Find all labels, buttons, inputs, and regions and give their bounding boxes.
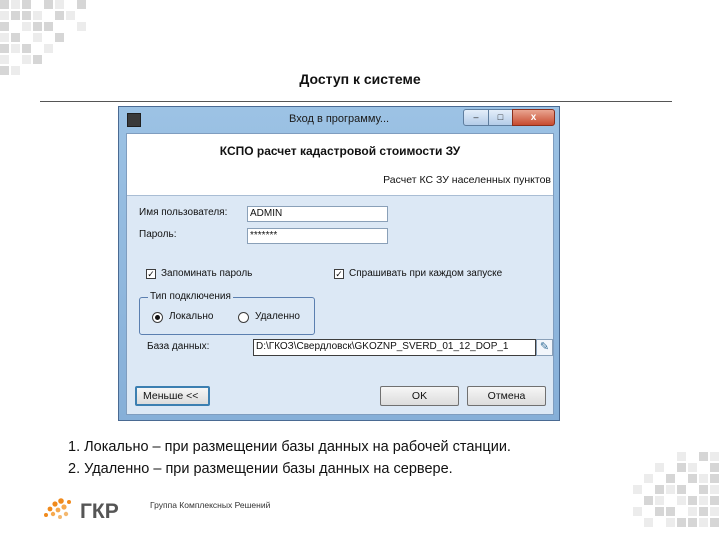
edit-path-button[interactable]: ✎ — [536, 339, 553, 356]
password-input[interactable]: ******* — [247, 228, 388, 244]
connection-type-group: Тип подключения Локально Удаленно — [139, 291, 315, 335]
title-divider — [40, 101, 672, 102]
dialog-titlebar[interactable]: Вход в программу... – □ x — [119, 107, 559, 133]
note-local: 1. Локально – при размещении базы данных… — [68, 439, 511, 455]
notes-list: 1. Локально – при размещении базы данных… — [68, 436, 511, 480]
logo-brand-text: ГКР — [80, 500, 119, 523]
database-path-input[interactable]: D:\ГКОЗ\Свердловск\GKOZNP_SVERD_01_12_DO… — [253, 339, 536, 356]
logo-subtitle: Группа Комплексных Решений — [150, 500, 271, 510]
app-icon — [127, 113, 141, 127]
local-radio-label: Локально — [169, 311, 214, 322]
banner-subtitle: Расчет КС ЗУ населенных пунктов — [383, 174, 551, 186]
banner-title: КСПО расчет кадастровой стоимости ЗУ — [219, 144, 461, 158]
gkr-logo: ГКР — [44, 498, 119, 523]
slide-title: Доступ к системе — [299, 71, 421, 87]
close-button[interactable]: x — [512, 109, 555, 126]
connection-type-legend: Тип подключения — [148, 291, 233, 302]
decorative-mosaic-top-left — [0, 0, 97, 75]
login-dialog: Вход в программу... – □ x КСПО расчет ка… — [118, 106, 560, 421]
password-label: Пароль: — [139, 229, 177, 240]
username-input[interactable]: ADMIN — [247, 206, 388, 222]
database-label: База данных: — [147, 341, 210, 352]
username-label: Имя пользователя: — [139, 207, 228, 218]
cancel-button[interactable]: Отмена — [467, 386, 546, 406]
logo-mark-icon — [44, 498, 71, 519]
remember-password-checkbox[interactable]: ✓ — [146, 269, 156, 279]
local-radio[interactable] — [152, 312, 163, 323]
ask-each-launch-label: Спрашивать при каждом запуске — [349, 268, 503, 279]
note-remote: 2. Удаленно – при размещении базы данных… — [68, 461, 453, 477]
less-button[interactable]: Меньше << — [135, 386, 210, 406]
minimize-button[interactable]: – — [463, 109, 489, 126]
maximize-button[interactable]: □ — [488, 109, 513, 126]
remote-radio[interactable] — [238, 312, 249, 323]
dialog-banner: КСПО расчет кадастровой стоимости ЗУ Рас… — [127, 134, 553, 196]
remember-password-label: Запоминать пароль — [161, 268, 253, 279]
dialog-client-area: КСПО расчет кадастровой стоимости ЗУ Рас… — [126, 133, 554, 415]
ask-each-launch-checkbox[interactable]: ✓ — [334, 269, 344, 279]
decorative-mosaic-bottom-right — [622, 452, 719, 527]
edit-icon: ✎ — [539, 341, 550, 353]
dialog-title: Вход в программу... — [289, 113, 390, 125]
ok-button[interactable]: OK — [380, 386, 459, 406]
remote-radio-label: Удаленно — [255, 311, 300, 322]
